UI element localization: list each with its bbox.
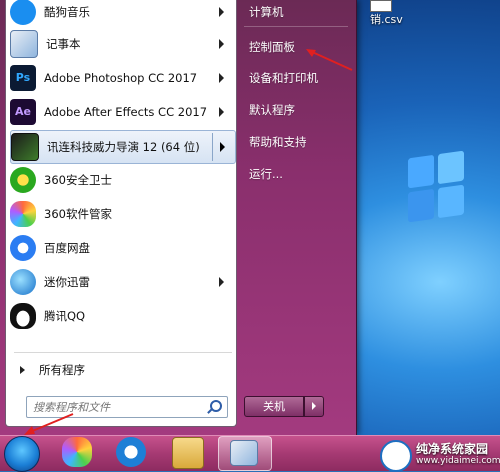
program-label: 酷狗音乐 [44,5,90,19]
baidu-netdisk-icon [10,235,36,261]
menu-computer[interactable]: 计算机 [249,4,284,20]
program-item-xunlei[interactable]: 迷你迅雷 [10,266,234,298]
search-icon[interactable] [210,400,222,412]
all-programs-button[interactable]: 所有程序 [20,362,85,378]
kugou-music-icon [10,0,36,25]
program-item-baidu-netdisk[interactable]: 百度网盘 [10,232,234,264]
program-item-360-software[interactable]: 360软件管家 [10,198,234,230]
notepad-icon [10,30,38,58]
taskbar-ie-icon[interactable] [116,437,146,467]
program-label: 讯连科技威力导演 12 (64 位) [47,140,200,154]
submenu-arrow-icon [219,107,224,117]
programs-divider [14,352,232,353]
after-effects-icon: Ae [10,99,36,125]
photoshop-icon: Ps [10,65,36,91]
submenu-arrow-icon [219,39,224,49]
program-item-notepad[interactable]: 记事本 [10,28,234,60]
menu-run[interactable]: 运行... [249,166,283,182]
desktop-file-label[interactable]: 销.csv [366,12,407,28]
programs-pane: 酷狗音乐 记事本 Ps Adobe Photoshop CC 2017 Ae A… [5,0,237,427]
program-item-kugou[interactable]: 酷狗音乐 [10,0,234,28]
program-item-qq[interactable]: 腾讯QQ [10,300,234,332]
submenu-divider [212,133,213,161]
taskbar-explorer-icon[interactable] [172,437,204,469]
red-annotation-arrow [24,413,74,435]
csv-file-icon[interactable] [370,0,392,12]
menu-default-programs[interactable]: 默认程序 [249,102,295,118]
360-security-icon [10,167,36,193]
menu-control-panel[interactable]: 控制面板 [249,39,295,55]
program-label: 百度网盘 [44,241,90,255]
taskbar-notepad-icon [230,440,258,466]
expand-arrow-icon [20,366,25,374]
program-label: Adobe After Effects CC 2017 [44,105,208,119]
program-label: Adobe Photoshop CC 2017 [44,71,198,85]
program-label: 360安全卫士 [44,173,112,187]
program-label: 迷你迅雷 [44,275,90,289]
program-item-powerdirector[interactable]: 讯连科技威力导演 12 (64 位) [10,130,236,164]
watermark-logo-icon [380,440,412,472]
start-button[interactable] [4,436,40,472]
shutdown-button[interactable]: 关机 [244,396,304,417]
360-software-icon [10,201,36,227]
right-divider [244,26,348,27]
program-label: 360软件管家 [44,207,112,221]
watermark-title: 纯净系统家园 [416,442,489,456]
all-programs-label: 所有程序 [39,363,85,377]
program-item-after-effects[interactable]: Ae Adobe After Effects CC 2017 [10,96,234,128]
powerdirector-icon [11,133,39,161]
submenu-arrow-icon [219,73,224,83]
taskbar-360-software-icon[interactable] [62,437,92,467]
submenu-arrow-icon[interactable] [220,142,225,152]
windows-logo-icon [408,142,500,309]
qq-penguin-icon [10,303,36,329]
submenu-arrow-icon [219,277,224,287]
program-label: 记事本 [46,37,81,51]
program-label: 腾讯QQ [44,309,86,323]
submenu-arrow-icon [219,7,224,17]
watermark-url: www.yidaimei.com [416,456,500,466]
program-item-photoshop[interactable]: Ps Adobe Photoshop CC 2017 [10,62,234,94]
red-annotation-arrow [306,49,353,71]
menu-help-support[interactable]: 帮助和支持 [249,134,307,150]
shutdown-options-button[interactable] [304,396,324,417]
program-item-360-security[interactable]: 360安全卫士 [10,164,234,196]
xunlei-icon [10,269,36,295]
